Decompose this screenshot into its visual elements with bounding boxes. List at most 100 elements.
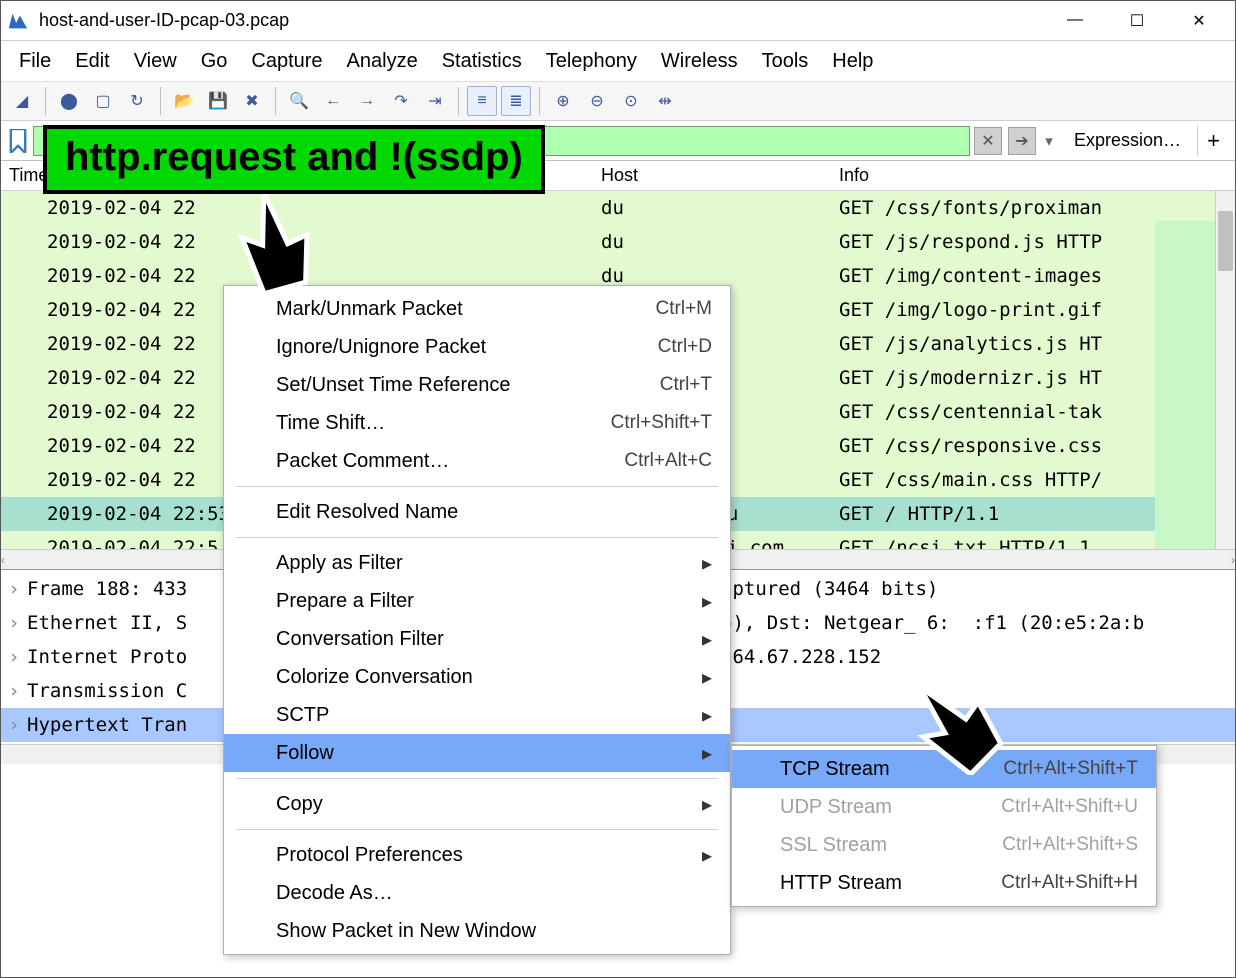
menu-item[interactable]: Prepare a Filter▸ — [224, 582, 730, 620]
toolbar-icon[interactable]: ⬤ — [54, 86, 84, 116]
menu-item[interactable]: Conversation Filter▸ — [224, 620, 730, 658]
menu-item[interactable]: Show Packet in New Window — [224, 912, 730, 950]
menu-item-label: Follow — [276, 742, 696, 765]
menu-item-label: SCTP — [276, 704, 696, 727]
zoom-reset-icon[interactable]: ⊙ — [616, 86, 646, 116]
submenu-item-shortcut: Ctrl+Alt+Shift+H — [1001, 872, 1138, 894]
menu-item[interactable]: Set/Unset Time ReferenceCtrl+T — [224, 366, 730, 404]
menu-item[interactable]: Follow▸ — [224, 734, 730, 772]
toolbar-colorize-icon[interactable]: ≣ — [501, 86, 531, 116]
toolbar-icon[interactable]: ▢ — [88, 86, 118, 116]
menu-go[interactable]: Go — [201, 50, 228, 73]
close-button[interactable]: ✕ — [1183, 11, 1215, 31]
maximize-button[interactable]: ☐ — [1121, 11, 1153, 31]
submenu-arrow-icon: ▸ — [696, 843, 712, 868]
bookmark-icon[interactable] — [7, 129, 29, 153]
scrollbar-thumb[interactable] — [1218, 211, 1233, 271]
menu-view[interactable]: View — [134, 50, 177, 73]
menu-separator — [236, 537, 718, 538]
menu-item[interactable]: Colorize Conversation▸ — [224, 658, 730, 696]
menu-statistics[interactable]: Statistics — [442, 50, 522, 73]
menu-item[interactable]: Decode As… — [224, 874, 730, 912]
menu-edit[interactable]: Edit — [75, 50, 109, 73]
menu-item[interactable]: Time Shift…Ctrl+Shift+T — [224, 404, 730, 442]
col-host-header[interactable]: Host — [601, 165, 839, 186]
submenu-item: SSL StreamCtrl+Alt+Shift+S — [732, 826, 1156, 864]
resize-columns-icon[interactable]: ⇹ — [650, 86, 680, 116]
menu-item[interactable]: Copy▸ — [224, 785, 730, 823]
menu-item-label: Ignore/Unignore Packet — [276, 336, 658, 359]
filter-history-dropdown[interactable]: ▾ — [1040, 132, 1058, 150]
scrollbar-vertical[interactable] — [1215, 191, 1235, 549]
menu-item[interactable]: Protocol Preferences▸ — [224, 836, 730, 874]
annotation-callout: http.request and !(ssdp) — [43, 125, 545, 194]
toolbar-icon[interactable]: ⇥ — [420, 86, 450, 116]
toolbar-icon[interactable]: ✖ — [237, 86, 267, 116]
toolbar-icon[interactable]: 💾 — [203, 86, 233, 116]
submenu-arrow-icon: ▸ — [696, 551, 712, 576]
zoom-in-icon[interactable]: ⊕ — [548, 86, 578, 116]
window-title: host-and-user-ID-pcap-03.pcap — [39, 10, 1059, 31]
expand-icon[interactable]: › — [1, 646, 27, 668]
menu-item-label: Edit Resolved Name — [276, 501, 712, 524]
submenu-item: UDP StreamCtrl+Alt+Shift+U — [732, 788, 1156, 826]
toolbar-icon[interactable]: ← — [318, 86, 348, 116]
menu-item[interactable]: SCTP▸ — [224, 696, 730, 734]
menu-item-shortcut: Ctrl+D — [658, 336, 712, 358]
submenu-arrow-icon: ▸ — [696, 792, 712, 817]
menu-item-label: Set/Unset Time Reference — [276, 374, 660, 397]
expand-icon[interactable]: › — [1, 680, 27, 702]
cell-host: du — [601, 231, 839, 253]
menu-analyze[interactable]: Analyze — [347, 50, 418, 73]
col-info-header[interactable]: Info — [839, 165, 1235, 186]
menu-item[interactable]: Apply as Filter▸ — [224, 544, 730, 582]
packet-row[interactable]: 2019-02-04 22duGET /css/fonts/proximan — [1, 191, 1235, 225]
menu-item[interactable]: Ignore/Unignore PacketCtrl+D — [224, 328, 730, 366]
add-filter-button[interactable]: + — [1197, 126, 1229, 156]
filter-clear-button[interactable]: ✕ — [974, 127, 1002, 155]
menu-item-label: Packet Comment… — [276, 450, 624, 473]
menu-telephony[interactable]: Telephony — [546, 50, 637, 73]
toolbar-icon[interactable]: ◢ — [7, 86, 37, 116]
submenu-item-shortcut: Ctrl+Alt+Shift+T — [1003, 758, 1138, 780]
menu-help[interactable]: Help — [832, 50, 873, 73]
submenu-item-label: HTTP Stream — [780, 872, 1001, 895]
toolbar-icon[interactable]: ↻ — [122, 86, 152, 116]
separator — [458, 87, 459, 115]
submenu-arrow-icon: ▸ — [696, 703, 712, 728]
menu-item-label: Copy — [276, 793, 696, 816]
submenu-arrow-icon: ▸ — [696, 589, 712, 614]
toolbar-autoscroll-icon[interactable]: ≡ — [467, 86, 497, 116]
menu-item[interactable]: Packet Comment…Ctrl+Alt+C — [224, 442, 730, 480]
expression-button[interactable]: Expression… — [1062, 130, 1193, 151]
menu-wireless[interactable]: Wireless — [661, 50, 738, 73]
menu-item-shortcut: Ctrl+Shift+T — [611, 412, 712, 434]
menu-item-label: Conversation Filter — [276, 628, 696, 651]
expand-icon[interactable]: › — [1, 714, 27, 736]
menu-item[interactable]: Edit Resolved Name — [224, 493, 730, 531]
menu-item-label: Mark/Unmark Packet — [276, 298, 656, 321]
context-menu[interactable]: Mark/Unmark PacketCtrl+MIgnore/Unignore … — [223, 285, 731, 955]
toolbar-icon[interactable]: 📂 — [169, 86, 199, 116]
toolbar-icon[interactable]: 🔍 — [284, 86, 314, 116]
toolbar-icon[interactable]: ↷ — [386, 86, 416, 116]
cell-host: du — [601, 197, 839, 219]
menu-item-shortcut: Ctrl+Alt+C — [624, 450, 712, 472]
menu-file[interactable]: File — [19, 50, 51, 73]
submenu-item[interactable]: HTTP StreamCtrl+Alt+Shift+H — [732, 864, 1156, 902]
packet-row[interactable]: 2019-02-04 22duGET /js/respond.js HTTP — [1, 225, 1235, 259]
zoom-out-icon[interactable]: ⊖ — [582, 86, 612, 116]
intelligent-scrollbar[interactable] — [1155, 221, 1215, 549]
separator — [160, 87, 161, 115]
minimize-button[interactable]: — — [1059, 11, 1091, 31]
wireshark-icon — [7, 10, 29, 32]
filter-apply-button[interactable]: ➔ — [1008, 127, 1036, 155]
expand-icon[interactable]: › — [1, 578, 27, 600]
toolbar-icon[interactable]: → — [352, 86, 382, 116]
detail-text: Internet Proto — [27, 646, 187, 668]
submenu-arrow-icon: ▸ — [696, 741, 712, 766]
menu-tools[interactable]: Tools — [762, 50, 809, 73]
expand-icon[interactable]: › — [1, 612, 27, 634]
menu-capture[interactable]: Capture — [251, 50, 322, 73]
menu-separator — [236, 829, 718, 830]
